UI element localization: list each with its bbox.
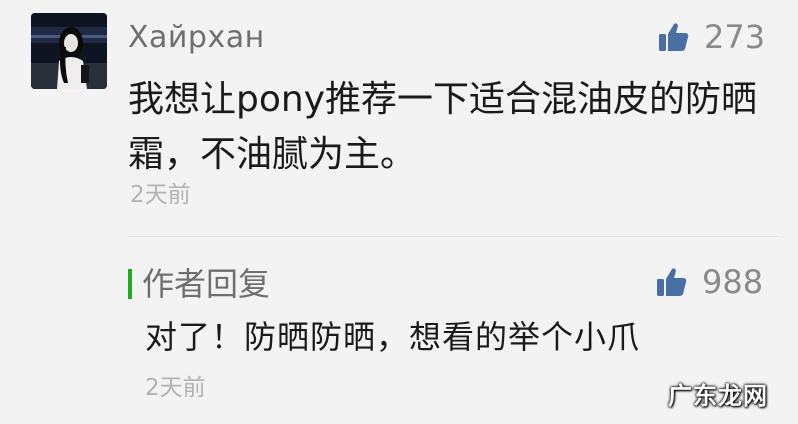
thumbs-up-icon: [657, 268, 687, 296]
watermark: 广东龙网: [668, 382, 768, 410]
reply-accent-bar: [128, 269, 132, 299]
author-reply-label: 作者回复: [142, 265, 271, 303]
thumbs-up-icon: [659, 23, 689, 51]
comment-text: 我想让pony推荐一下适合混油皮的防晒霜，不油腻为主。: [128, 79, 757, 175]
avatar-photo-icon: [31, 13, 107, 89]
divider: [128, 236, 778, 237]
reply-like-button[interactable]: 988: [656, 262, 763, 302]
reply-time: 2天前: [145, 375, 206, 401]
comment-like-count: 273: [704, 18, 766, 56]
comment-username[interactable]: Хайрхан: [128, 18, 265, 58]
user-avatar[interactable]: [31, 13, 107, 89]
comment-like-button[interactable]: 273: [658, 17, 765, 57]
reply-like-count: 988: [702, 263, 764, 301]
comment-time: 2天前: [130, 182, 191, 208]
comment-screen: Хайрхан 273 我想让pony推荐一下适合混油皮的防晒霜，不油腻为主。 …: [0, 0, 798, 424]
reply-text: 对了！防晒防晒，想看的举个小爪: [145, 318, 641, 356]
